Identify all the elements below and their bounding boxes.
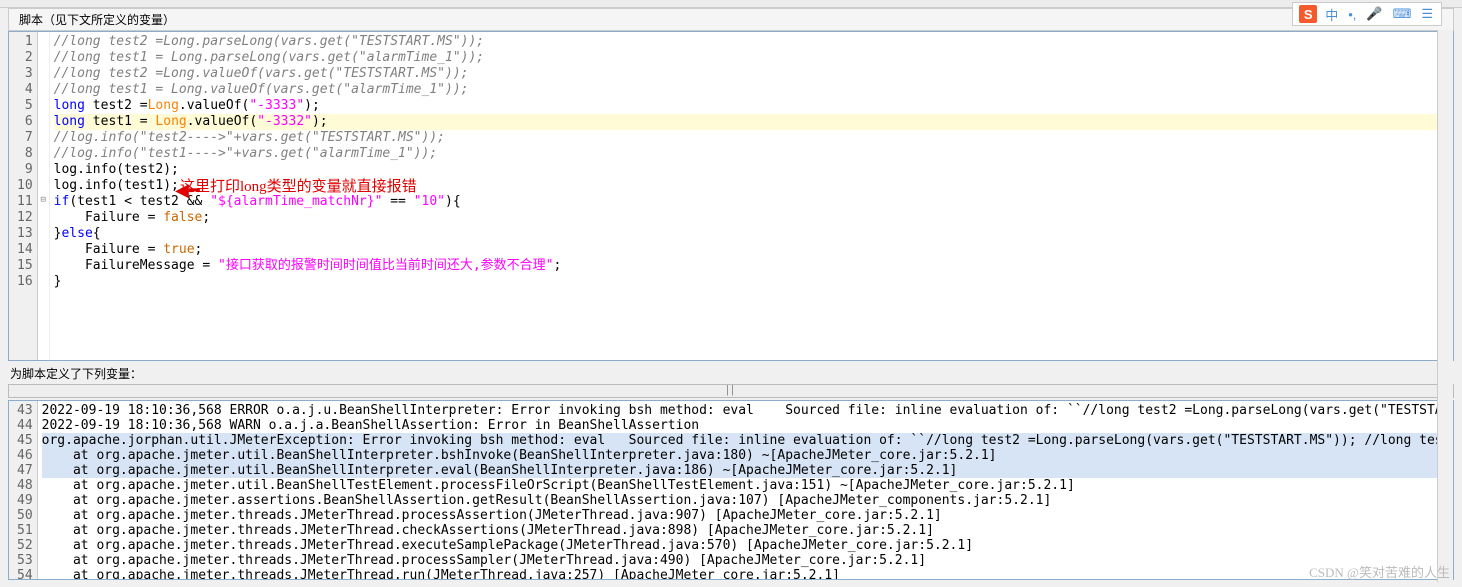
log-line-number: 53 — [17, 553, 33, 568]
code-line[interactable]: //log.info("test1---->"+vars.get("alarmT… — [54, 146, 1449, 162]
ime-keyboard-icon[interactable]: ⌨ — [1391, 6, 1414, 22]
fold-toggle — [38, 80, 49, 96]
sogou-ime-logo[interactable]: S — [1299, 5, 1317, 23]
log-line[interactable]: at org.apache.jmeter.util.BeanShellTestE… — [42, 478, 1453, 493]
log-line-number: 43 — [17, 403, 33, 418]
code-line[interactable]: //log.info("test2---->"+vars.get("TESTST… — [54, 130, 1449, 146]
fold-toggle — [38, 112, 49, 128]
fold-toggle — [38, 144, 49, 160]
fold-toggle — [38, 48, 49, 64]
line-number: 15 — [17, 258, 33, 274]
code-line[interactable]: //long test1 = Long.valueOf(vars.get("al… — [54, 82, 1449, 98]
line-number: 13 — [17, 226, 33, 242]
log-line[interactable]: 2022-09-19 18:10:36,568 ERROR o.a.j.u.Be… — [42, 403, 1453, 418]
ime-toolbar[interactable]: S 中 •, 🎤 ⌨ ☰ — [1292, 2, 1442, 26]
log-line-number: 50 — [17, 508, 33, 523]
fold-toggle — [38, 128, 49, 144]
log-line[interactable]: at org.apache.jmeter.threads.JMeterThrea… — [42, 523, 1453, 538]
log-line[interactable]: at org.apache.jmeter.threads.JMeterThrea… — [42, 553, 1453, 568]
fold-toggle — [38, 208, 49, 224]
code-line[interactable]: }else{ — [54, 226, 1449, 242]
log-line-number: 49 — [17, 493, 33, 508]
log-line[interactable]: at org.apache.jmeter.threads.JMeterThrea… — [42, 538, 1453, 553]
code-line[interactable]: Failure = false; — [54, 210, 1449, 226]
code-line[interactable]: //long test2 =Long.parseLong(vars.get("T… — [54, 34, 1449, 50]
line-number: 1 — [17, 34, 33, 50]
fold-toggle — [38, 176, 49, 192]
fold-toggle — [38, 96, 49, 112]
fold-toggle — [38, 272, 49, 288]
script-editor[interactable]: 12345678910111213141516 ⊟ //long test2 =… — [8, 31, 1454, 361]
fold-toggle — [38, 224, 49, 240]
line-number: 5 — [17, 98, 33, 114]
line-number-gutter: 12345678910111213141516 — [9, 32, 38, 360]
line-number: 16 — [17, 274, 33, 290]
code-line[interactable]: } — [54, 274, 1449, 290]
fold-toggle — [38, 240, 49, 256]
csdn-watermark: CSDN @笑对苦难的人生 — [1309, 562, 1450, 581]
log-line[interactable]: at org.apache.jmeter.threads.JMeterThrea… — [42, 508, 1453, 523]
ime-menu-icon[interactable]: ☰ — [1419, 6, 1435, 22]
fold-toggle — [38, 160, 49, 176]
fold-toggle — [38, 256, 49, 272]
log-line[interactable]: org.apache.jorphan.util.JMeterException:… — [42, 433, 1453, 448]
log-line-number: 46 — [17, 448, 33, 463]
log-line[interactable]: 2022-09-19 18:10:36,568 WARN o.a.j.a.Bea… — [42, 418, 1453, 433]
window-top-bar — [0, 0, 1462, 8]
log-panel[interactable]: 434445464748495051525354 2022-09-19 18:1… — [8, 400, 1454, 580]
ime-lang-toggle[interactable]: 中 — [1323, 5, 1340, 24]
line-number: 12 — [17, 210, 33, 226]
log-line-number: 47 — [17, 463, 33, 478]
log-line[interactable]: at org.apache.jmeter.util.BeanShellInter… — [42, 463, 1453, 478]
line-number: 3 — [17, 66, 33, 82]
horizontal-splitter[interactable] — [8, 384, 1454, 398]
code-area[interactable]: //long test2 =Long.parseLong(vars.get("T… — [50, 32, 1453, 360]
code-line[interactable]: long test2 =Long.valueOf("-3333"); — [54, 98, 1449, 114]
code-line[interactable]: FailureMessage = "接口获取的报警时间时间值比当前时间还大,参数… — [54, 258, 1449, 274]
fold-gutter[interactable]: ⊟ — [38, 32, 50, 360]
code-line[interactable]: if(test1 < test2 && "${alarmTime_matchNr… — [54, 194, 1449, 210]
code-line[interactable]: long test1 = Long.valueOf("-3332"); — [54, 114, 1449, 130]
vertical-scrollbar[interactable] — [1437, 30, 1453, 582]
ime-voice-icon[interactable]: 🎤 — [1364, 6, 1384, 22]
line-number: 14 — [17, 242, 33, 258]
log-line[interactable]: at org.apache.jmeter.assertions.BeanShel… — [42, 493, 1453, 508]
ime-punct-toggle[interactable]: •, — [1346, 7, 1358, 22]
line-number: 10 — [17, 178, 33, 194]
log-line-number: 51 — [17, 523, 33, 538]
code-line[interactable]: Failure = true; — [54, 242, 1449, 258]
line-number: 2 — [17, 50, 33, 66]
log-line-number: 48 — [17, 478, 33, 493]
line-number: 11 — [17, 194, 33, 210]
line-number: 9 — [17, 162, 33, 178]
log-line-gutter: 434445464748495051525354 — [9, 401, 38, 579]
line-number: 8 — [17, 146, 33, 162]
error-annotation-text: 这里打印long类型的变量就直接报错 — [180, 175, 417, 196]
log-line-number: 45 — [17, 433, 33, 448]
log-line-number: 44 — [17, 418, 33, 433]
vars-defined-label: 为脚本定义了下列变量： — [10, 365, 1452, 382]
script-section-label: 脚本（见下文所定义的变量） — [8, 8, 1454, 31]
fold-toggle[interactable]: ⊟ — [38, 192, 49, 208]
fold-toggle — [38, 64, 49, 80]
code-line[interactable]: //long test2 =Long.valueOf(vars.get("TES… — [54, 66, 1449, 82]
log-line-number: 54 — [17, 568, 33, 580]
log-line-number: 52 — [17, 538, 33, 553]
line-number: 6 — [17, 114, 33, 130]
log-line[interactable]: at org.apache.jmeter.threads.JMeterThrea… — [42, 568, 1453, 579]
fold-toggle — [38, 32, 49, 48]
log-line[interactable]: at org.apache.jmeter.util.BeanShellInter… — [42, 448, 1453, 463]
log-body[interactable]: 2022-09-19 18:10:36,568 ERROR o.a.j.u.Be… — [38, 401, 1453, 579]
code-line[interactable]: //long test1 = Long.parseLong(vars.get("… — [54, 50, 1449, 66]
line-number: 4 — [17, 82, 33, 98]
line-number: 7 — [17, 130, 33, 146]
